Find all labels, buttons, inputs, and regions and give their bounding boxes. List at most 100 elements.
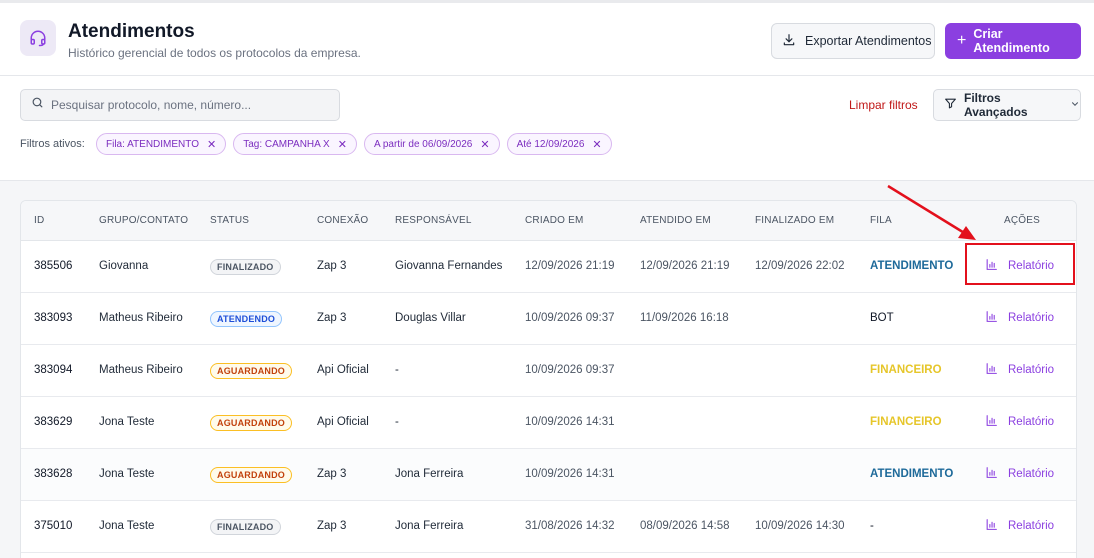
table-row: 385506 Giovanna FINALIZADO Zap 3 Giovann… (21, 241, 1076, 293)
status-badge: AGUARDANDO (210, 415, 292, 431)
status-badge: FINALIZADO (210, 259, 281, 275)
table-row: 383093 Matheus Ribeiro ATENDENDO Zap 3 D… (21, 293, 1076, 345)
search-icon (31, 96, 44, 114)
column-header-conexao: CONEXÃO (317, 215, 369, 226)
cell-finalizado: 12/09/2026 22:02 (755, 260, 845, 272)
status-badge: ATENDENDO (210, 311, 283, 327)
cell-fila: FINANCEIRO (870, 416, 942, 428)
protocols-table: ID GRUPO/CONTATO STATUS CONEXÃO RESPONSÁ… (20, 200, 1077, 558)
filter-chip: Tag: CAMPANHA X ✕ (233, 133, 357, 155)
create-button[interactable]: + Criar Atendimento (945, 23, 1081, 59)
report-button-label: Relatório (1008, 520, 1055, 532)
column-header-fila: FILA (870, 215, 892, 226)
cell-criado: 31/08/2026 14:32 (525, 520, 615, 532)
status-badge: AGUARDANDO (210, 363, 292, 379)
filter-chip: Fila: ATENDIMENTO ✕ (96, 133, 227, 155)
column-header-contato: GRUPO/CONTATO (99, 215, 189, 226)
filter-chip-label: Fila: ATENDIMENTO (106, 138, 199, 150)
cell-atendido: 12/09/2026 21:19 (640, 260, 730, 272)
cell-conexao: Api Oficial (317, 416, 369, 428)
report-button-label: Relatório (1008, 312, 1055, 324)
cell-id: 375010 (34, 520, 73, 532)
create-button-label: Criar Atendimento (973, 27, 1050, 55)
cell-fila: BOT (870, 312, 894, 324)
column-header-atendido: ATENDIDO EM (640, 215, 711, 226)
headset-icon (20, 20, 56, 56)
report-button[interactable]: Relatório (985, 258, 1054, 274)
cell-fila: ATENDIMENTO (870, 260, 954, 272)
cell-contato: Jona Teste (99, 416, 155, 428)
cell-contato: Matheus Ribeiro (99, 364, 183, 376)
active-filters-label: Filtros ativos: (20, 138, 85, 150)
bar-chart-icon (985, 466, 998, 482)
cell-conexao: Zap 3 (317, 312, 347, 324)
close-icon[interactable]: ✕ (207, 138, 216, 151)
close-icon[interactable]: ✕ (592, 138, 601, 151)
report-button-label: Relatório (1008, 416, 1055, 428)
cell-responsavel: Jona Ferreira (395, 468, 464, 480)
report-button[interactable]: Relatório (985, 362, 1054, 378)
table-row: 383094 Matheus Ribeiro AGUARDANDO Api Of… (21, 345, 1076, 397)
advanced-filters-button[interactable]: Filtros Avançados (933, 89, 1081, 121)
report-button[interactable]: Relatório (985, 310, 1054, 326)
report-button[interactable]: Relatório (985, 518, 1054, 534)
cell-fila: FINANCEIRO (870, 364, 942, 376)
search-input[interactable] (51, 98, 321, 112)
column-header-finalizado: FINALIZADO EM (755, 215, 835, 226)
column-header-responsavel: RESPONSÁVEL (395, 215, 472, 226)
cell-id: 385506 (34, 260, 73, 272)
page-title: Atendimentos (68, 21, 195, 42)
clear-filters-link[interactable]: Limpar filtros (849, 98, 918, 112)
bar-chart-icon (985, 414, 998, 430)
filter-chip-label: A partir de 06/09/2026 (373, 138, 473, 150)
report-button[interactable]: Relatório (985, 466, 1054, 482)
cell-fila: - (870, 520, 874, 532)
cell-responsavel: Douglas Villar (395, 312, 466, 324)
cell-responsavel: - (395, 364, 399, 376)
cell-finalizado: 10/09/2026 14:30 (755, 520, 845, 532)
report-button-label: Relatório (1008, 468, 1055, 480)
cell-responsavel: Giovanna Fernandes (395, 260, 503, 272)
cell-contato: Jona Teste (99, 520, 155, 532)
table-row: 383629 Jona Teste AGUARDANDO Api Oficial… (21, 397, 1076, 449)
column-header-status: STATUS (210, 215, 250, 226)
report-button[interactable]: Relatório (985, 414, 1054, 430)
export-button-label: Exportar Atendimentos (805, 34, 932, 48)
search-box[interactable] (20, 89, 340, 121)
cell-responsavel: Jona Ferreira (395, 520, 464, 532)
cell-criado: 12/09/2026 21:19 (525, 260, 615, 272)
cell-criado: 10/09/2026 14:31 (525, 468, 615, 480)
cell-conexao: Api Oficial (317, 364, 369, 376)
close-icon[interactable]: ✕ (338, 138, 347, 151)
plus-icon: + (957, 32, 967, 49)
cell-fila: ATENDIMENTO (870, 468, 954, 480)
cell-contato: Jona Teste (99, 468, 155, 480)
cell-atendido: 11/09/2026 16:18 (640, 312, 729, 324)
chevron-down-icon (1070, 98, 1080, 112)
funnel-icon (944, 97, 957, 113)
status-badge: AGUARDANDO (210, 467, 292, 483)
report-button-label: Relatório (1008, 260, 1055, 272)
cell-criado: 10/09/2026 09:37 (525, 312, 615, 324)
cell-contato: Matheus Ribeiro (99, 312, 183, 324)
column-header-id: ID (34, 215, 45, 226)
cell-id: 383628 (34, 468, 73, 480)
close-icon[interactable]: ✕ (480, 138, 489, 151)
cell-criado: 10/09/2026 14:31 (525, 416, 615, 428)
filter-chip-label: Tag: CAMPANHA X (243, 138, 330, 150)
filters-panel: Limpar filtros Filtros Avançados Filtros… (0, 76, 1094, 181)
page-subtitle: Histórico gerencial de todos os protocol… (68, 46, 361, 60)
bar-chart-icon (985, 518, 998, 534)
filter-chip-label: Até 12/09/2026 (516, 138, 585, 150)
bar-chart-icon (985, 310, 998, 326)
filter-chip: Até 12/09/2026 ✕ (506, 133, 612, 155)
cell-conexao: Zap 3 (317, 520, 347, 532)
cell-criado: 10/09/2026 09:37 (525, 364, 615, 376)
cell-atendido: 08/09/2026 14:58 (640, 520, 730, 532)
status-badge: FINALIZADO (210, 519, 281, 535)
export-button[interactable]: Exportar Atendimentos (771, 23, 935, 59)
cell-contato: Giovanna (99, 260, 149, 272)
download-icon (782, 33, 796, 50)
cell-id: 383629 (34, 416, 73, 428)
report-button-label: Relatório (1008, 364, 1055, 376)
